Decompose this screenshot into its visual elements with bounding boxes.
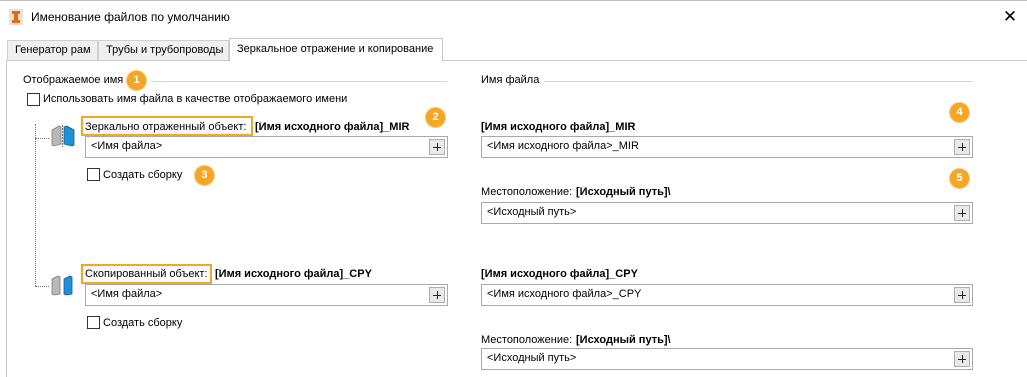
mirrored-object-label: Зеркально отраженный объект: — [85, 121, 247, 133]
file-name-group-title: Имя файла — [481, 74, 540, 86]
callout-badge-2: 2 — [426, 108, 445, 127]
copied-location-field[interactable]: <Исходный путь> — [481, 348, 973, 370]
copied-object-label: Скопированный объект: — [85, 268, 208, 280]
app-logo-icon — [9, 9, 23, 25]
mirrored-display-name-value: <Имя файла> — [91, 140, 163, 152]
copied-file-name-heading: [Имя исходного файла]_CPY — [481, 268, 638, 280]
mirrored-name-pattern: [Имя исходного файла]_MIR — [255, 121, 410, 133]
tree-connector — [35, 286, 49, 287]
mirrored-create-assembly-checkbox[interactable] — [87, 168, 100, 181]
mirrored-location-value: <Исходный путь> — [487, 206, 577, 218]
copied-file-name-add-button[interactable] — [954, 287, 970, 303]
mirrored-file-name-value: <Имя исходного файла>_MIR — [487, 140, 639, 152]
callout-badge-3: 3 — [195, 166, 214, 185]
mirror-part-icon — [51, 125, 75, 147]
copied-file-name-value: <Имя исходного файла>_CPY — [487, 288, 642, 300]
mirrored-create-assembly-label: Создать сборку — [103, 169, 183, 181]
title-bar: Именование файлов по умолчанию ✕ — [0, 0, 1027, 32]
callout-badge-5: 5 — [950, 169, 969, 188]
mirrored-location-label: Местоположение: — [481, 186, 573, 198]
tab-tubes-pipes[interactable]: Трубы и трубопроводы — [98, 40, 229, 60]
display-name-group-title: Отображаемое имя — [23, 74, 124, 86]
copied-location-value: <Исходный путь> — [487, 352, 577, 364]
mirrored-location-add-button[interactable] — [954, 205, 970, 221]
mirrored-display-name-add-button[interactable] — [429, 139, 445, 155]
mirrored-file-name-field[interactable]: <Имя исходного файла>_MIR — [481, 136, 973, 158]
callout-badge-4: 4 — [950, 103, 969, 122]
copied-location-label: Местоположение: — [481, 334, 573, 346]
copied-create-assembly-checkbox[interactable] — [87, 316, 100, 329]
window-title: Именование файлов по умолчанию — [31, 10, 230, 24]
copied-display-name-field[interactable]: <Имя файла> — [85, 284, 448, 306]
copy-part-icon — [51, 275, 73, 296]
mirrored-file-name-heading: [Имя исходного файла]_MIR — [481, 121, 636, 133]
use-filename-checkbox-label: Использовать имя файла в качестве отобра… — [43, 93, 348, 105]
mirrored-display-name-field[interactable]: <Имя файла> — [85, 136, 448, 158]
copied-location-add-button[interactable] — [954, 351, 970, 367]
tree-connector — [35, 138, 49, 139]
mirrored-file-name-add-button[interactable] — [954, 139, 970, 155]
mirrored-location-pattern: [Исходный путь]\ — [576, 186, 671, 198]
copied-create-assembly-label: Создать сборку — [103, 317, 183, 329]
copied-location-pattern: [Исходный путь]\ — [576, 334, 671, 346]
close-button[interactable]: ✕ — [1000, 7, 1020, 27]
copied-file-name-field[interactable]: <Имя исходного файла>_CPY — [481, 284, 973, 306]
copied-name-pattern: [Имя исходного файла]_CPY — [215, 268, 372, 280]
tab-mirror-copy[interactable]: Зеркальное отражение и копирование — [229, 38, 443, 61]
group-divider — [151, 81, 447, 82]
copied-display-name-add-button[interactable] — [429, 287, 445, 303]
copied-display-name-value: <Имя файла> — [91, 288, 163, 300]
use-filename-checkbox[interactable] — [27, 93, 40, 106]
group-divider — [544, 81, 973, 82]
tree-connector — [35, 124, 36, 286]
callout-badge-1: 1 — [127, 71, 146, 90]
tab-frame-generator[interactable]: Генератор рам — [7, 40, 98, 60]
mirrored-location-field[interactable]: <Исходный путь> — [481, 202, 973, 224]
